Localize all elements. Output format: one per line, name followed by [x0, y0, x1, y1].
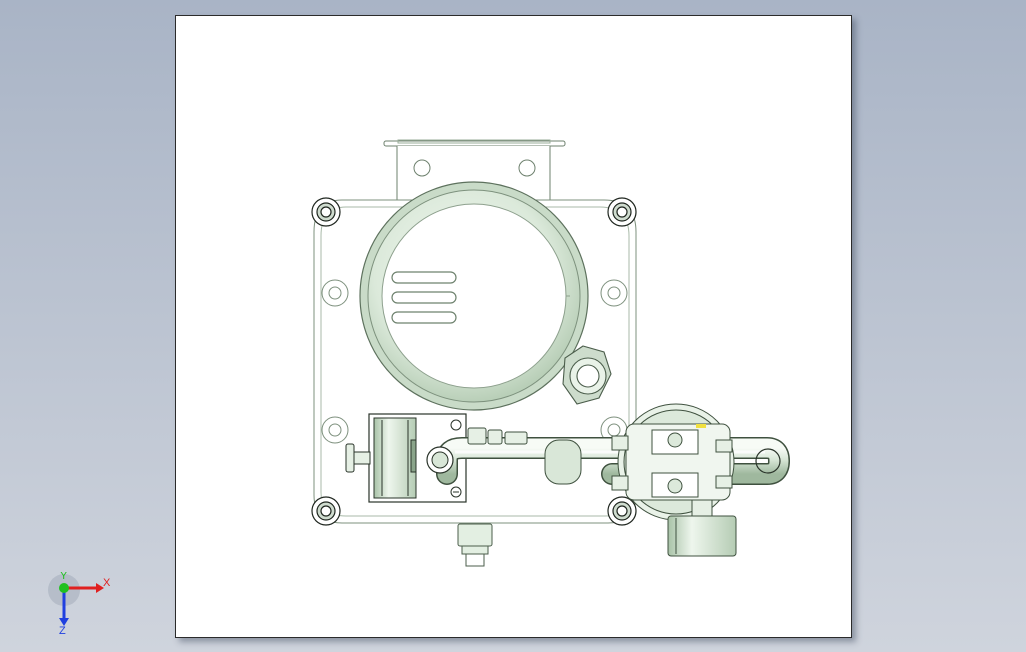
bottom-fitting[interactable] [457, 523, 493, 567]
corner-bolt[interactable] [607, 496, 637, 526]
graphics-viewport[interactable]: X Y Z [0, 0, 1026, 652]
hex-cable-gland[interactable] [562, 345, 612, 405]
z-axis-label: Z [59, 625, 66, 636]
y-axis-dot [59, 583, 69, 593]
cad-model-view[interactable] [0, 0, 1026, 652]
corner-bolt[interactable] [311, 496, 341, 526]
x-axis-label: X [103, 577, 111, 589]
adjust-knob[interactable] [345, 443, 371, 473]
indicator-dial-cover[interactable] [359, 181, 589, 411]
corner-bolt[interactable] [607, 197, 637, 227]
orientation-triad[interactable]: X Y Z [40, 572, 120, 636]
corner-bolt[interactable] [311, 197, 341, 227]
y-axis-label: Y [60, 572, 68, 582]
vent-slots [391, 271, 457, 324]
